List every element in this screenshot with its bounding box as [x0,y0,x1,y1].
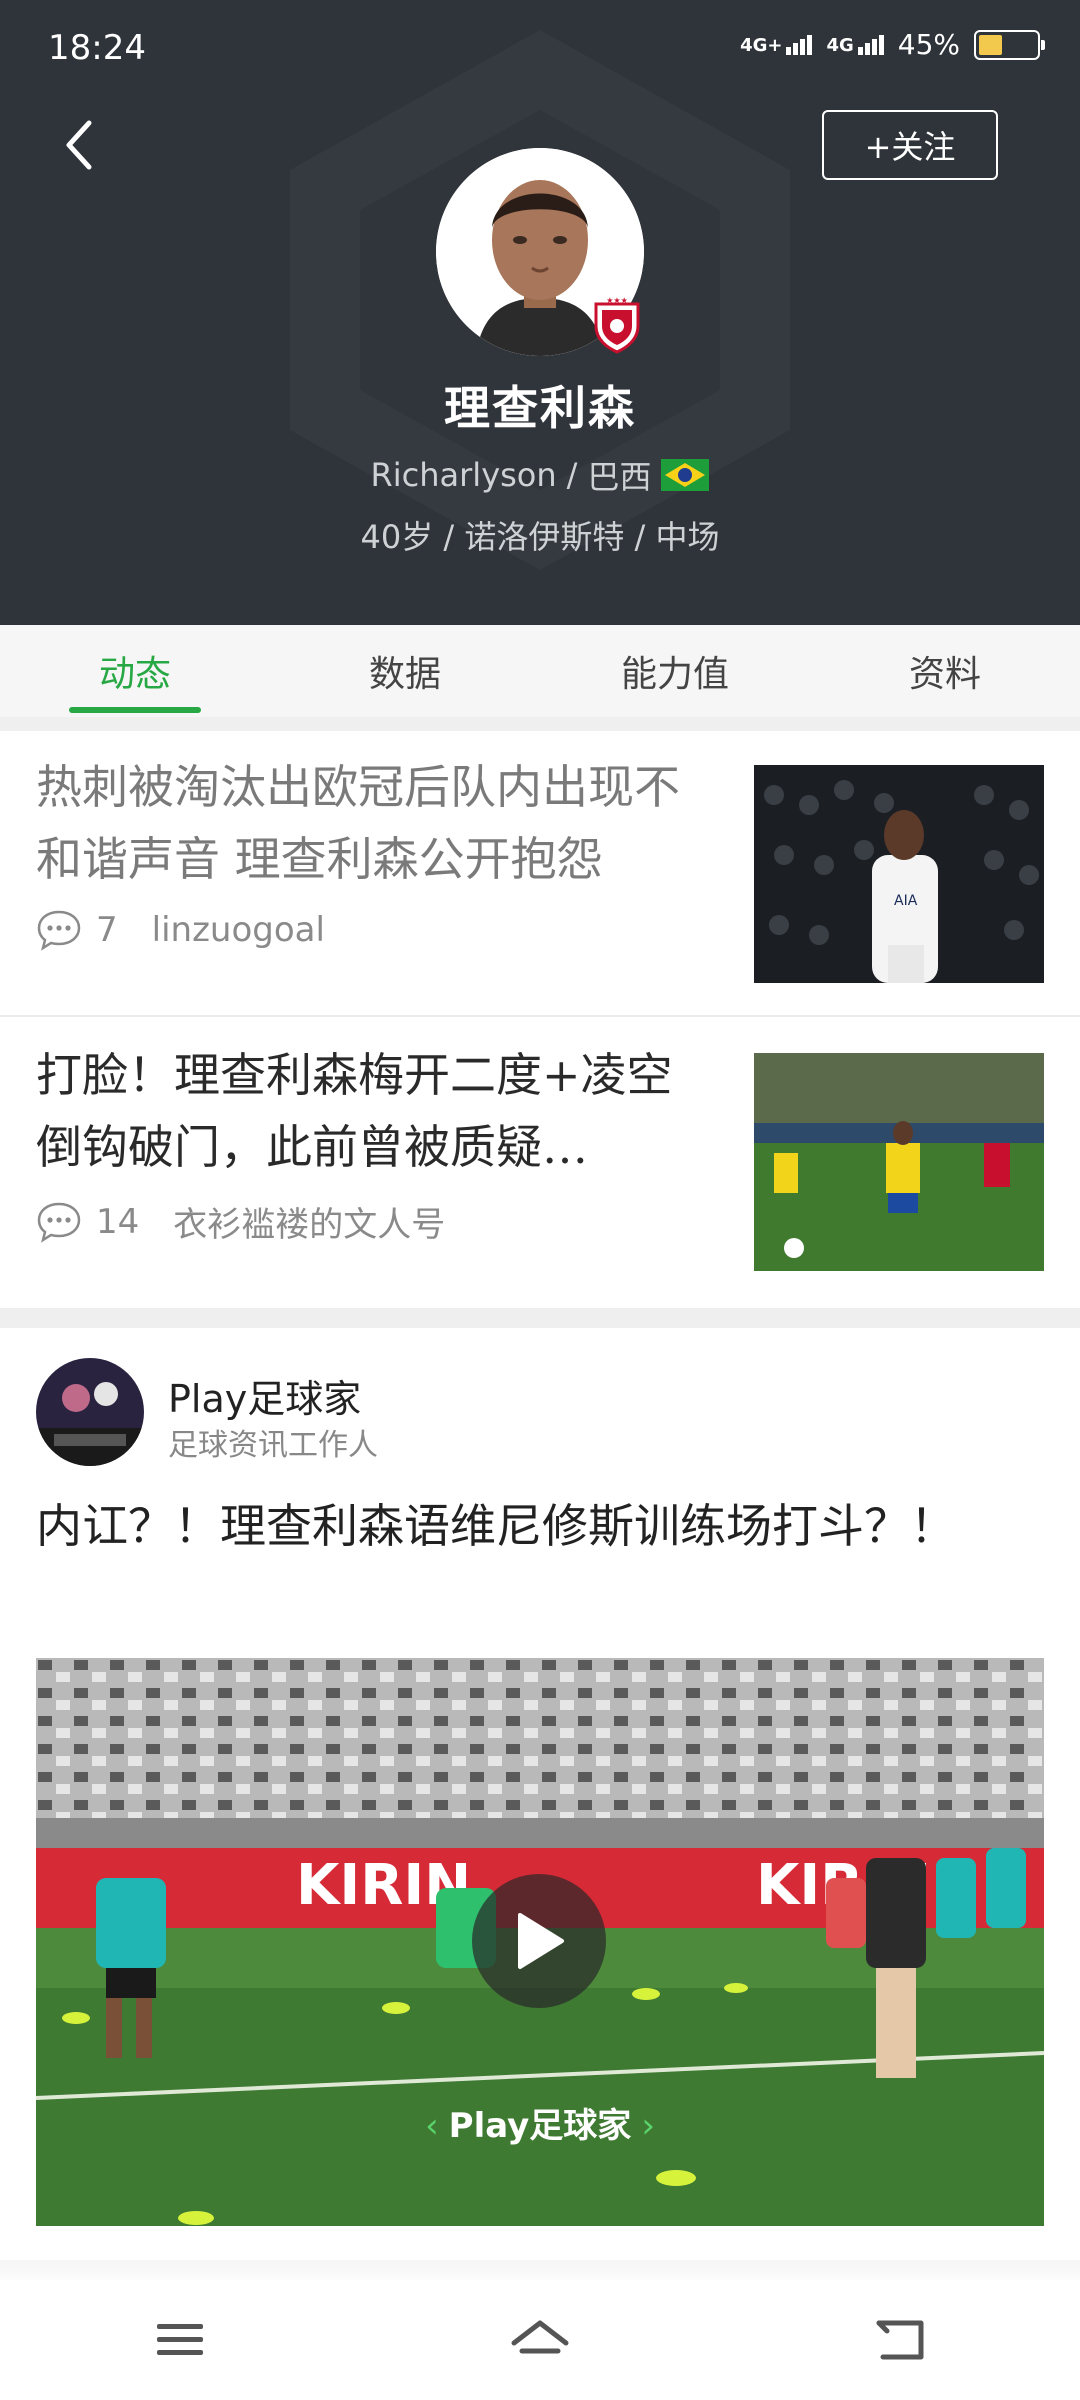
battery-icon [974,29,1045,60]
svg-text:★★★: ★★★ [606,296,628,305]
news-title: 打脸！理查利森梅开二度+凌空倒钩破门，此前曾被质疑… [36,1048,673,1174]
home-icon [511,2320,569,2354]
player-country: 巴西 [587,458,652,496]
back-arrow-icon [66,120,92,170]
comment-bubble-icon [37,910,81,951]
news-source: 衣衫褴褛的文人号 [173,1205,446,1245]
player-position: 中场 [655,518,720,556]
brazil-flag-icon [661,459,710,491]
divider [0,1308,1080,1328]
separator: / [566,456,578,494]
player-latin-name: Richarlyson [370,456,557,494]
signal-4g-plus-icon: 4G+ [740,34,813,55]
player-club: 诺洛伊斯特 [464,518,625,556]
comment-bubble-icon [37,1202,81,1243]
system-nav-bar [0,2280,1080,2400]
video-post: Play足球家 足球资讯工作人 内讧？！理查利森语维尼修斯训练场打斗？！ KIR… [0,1328,1080,2288]
return-button[interactable] [840,2300,960,2380]
author-role: 足球资讯工作人 [168,1428,378,1463]
post-title[interactable]: 内讧？！理查利森语维尼修斯训练场打斗？！ [36,1490,1036,1562]
comment-count: 14 [96,1201,140,1242]
author-avatar[interactable] [36,1358,144,1466]
menu-icon [157,2324,203,2355]
signal-4g-icon: 4G [826,34,884,55]
news-title: 热刺被淘汰出欧冠后队内出现不和谐声音 理查利森公开抱怨 [36,760,680,886]
news-item[interactable]: 热刺被淘汰出欧冠后队内出现不和谐声音 理查利森公开抱怨 7 linzuogoal… [0,731,1080,1017]
news-thumbnail: AIA [754,765,1044,983]
video-watermark: ‹ Play足球家 › [425,2106,655,2146]
divider [0,1015,1080,1017]
tab-stats[interactable]: 数据 [270,625,540,717]
home-button[interactable] [480,2300,600,2380]
status-icons: 4G+ 4G 45% [740,28,1045,61]
back-button[interactable] [48,110,108,180]
club-badge-icon: ★★★ [594,296,640,354]
comment-count: 7 [96,910,118,950]
tab-bar: 动态 数据 能力值 资料 [0,625,1080,717]
news-item[interactable]: 打脸！理查利森梅开二度+凌空倒钩破门，此前曾被质疑… 14 衣衫褴褛的文人号 [0,1019,1080,1305]
player-meta: 40岁 / 诺洛伊斯特 / 中场 [360,518,720,556]
play-icon [518,1913,564,1969]
news-meta: 14 衣衫褴褛的文人号 [36,1197,445,1246]
tab-profile[interactable]: 资料 [810,625,1080,717]
return-icon [876,2320,924,2360]
follow-button[interactable]: +关注 [822,110,998,180]
author-name[interactable]: Play足球家 [168,1368,361,1423]
play-button[interactable] [472,1874,606,2008]
status-bar: 18:24 4G+ 4G 45% [0,0,1080,100]
tab-feed[interactable]: 动态 [0,625,270,717]
player-name: 理查利森 [444,381,636,435]
news-meta: 7 linzuogoal [36,909,325,951]
status-time: 18:24 [48,28,146,68]
player-header: 18:24 4G+ 4G 45% +关注 ★★★ 理查利森 Richarlyso… [0,0,1080,625]
tab-ratings[interactable]: 能力值 [540,625,810,717]
news-source: linzuogoal [151,910,325,950]
player-age: 40岁 [360,518,434,556]
battery-percent: 45% [897,28,960,61]
menu-button[interactable] [120,2300,240,2380]
svg-text:AIA: AIA [894,893,918,909]
divider [0,717,1080,731]
news-thumbnail [754,1053,1044,1271]
player-subtitle: Richarlyson / 巴西 [0,452,1080,498]
video-player[interactable]: KIRIN KIRIN [36,1658,1044,2226]
